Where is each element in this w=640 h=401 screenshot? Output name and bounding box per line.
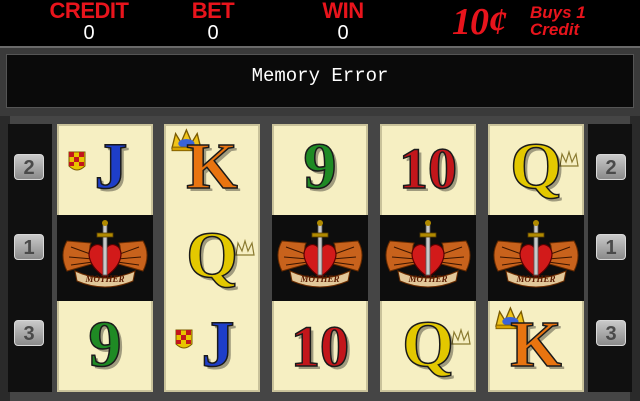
payline-1-right[interactable]: 1 (596, 234, 626, 260)
reel-1: J MOTHER 9 (57, 124, 153, 392)
win-meter: WIN 0 (278, 0, 408, 44)
payline-2-left[interactable]: 2 (14, 154, 44, 180)
mother-banner-text: MOTHER (408, 274, 448, 284)
symbol-K-text: K (510, 308, 563, 381)
reel-2-symbol-2: Q (164, 215, 260, 301)
symbol-10-text: 10 (290, 314, 350, 379)
reel-2-symbol-1: K (164, 126, 260, 212)
symbol-10-text: 10 (398, 136, 458, 201)
payline-3-left[interactable]: 3 (14, 320, 44, 346)
symbol-Q-text: Q (510, 130, 563, 203)
denomination-amount: 10¢ (452, 1, 507, 43)
reel-5: Q MOTHER K (488, 124, 584, 392)
win-value: 0 (337, 22, 349, 44)
reel-4-symbol-2: MOTHER (380, 215, 476, 301)
reel-4: 10 MOTHER Q (380, 124, 476, 392)
winged-heart-icon (380, 215, 476, 301)
bet-meter: BET 0 (148, 0, 278, 44)
payline-1-left[interactable]: 1 (14, 234, 44, 260)
payline-2-right[interactable]: 2 (596, 154, 626, 180)
mother-banner-text: MOTHER (300, 274, 340, 284)
reel-2: KQ J (164, 124, 260, 392)
symbol-Q-text: Q (186, 219, 239, 292)
message-panel: Memory Error (0, 46, 640, 116)
reel-1-symbol-3: 9 (57, 304, 153, 390)
symbol-K-text: K (186, 130, 239, 203)
reel-3: 9 MOTHER 10 (272, 124, 368, 392)
reel-2-symbol-3: J (164, 304, 260, 390)
denomination-text: Buys 1 Credit (530, 3, 586, 39)
reel-5-symbol-1: Q (488, 126, 584, 212)
winged-heart-icon (57, 215, 153, 301)
reel-5-symbol-3: K (488, 304, 584, 390)
credit-label: CREDIT (49, 0, 129, 23)
reel-1-symbol-2: MOTHER (57, 215, 153, 301)
message-text: Memory Error (251, 65, 389, 87)
win-label: WIN (322, 0, 364, 23)
symbol-Q-text: Q (402, 308, 455, 381)
reel-1-symbol-1: J (57, 126, 153, 212)
mother-banner-text: MOTHER (516, 274, 556, 284)
bet-value: 0 (207, 22, 219, 44)
mother-banner-text: MOTHER (85, 274, 125, 284)
reel-4-symbol-1: 10 (380, 126, 476, 212)
symbol-J-text: J (94, 130, 129, 203)
credit-meter: CREDIT 0 (24, 0, 154, 44)
reel-frame: 2 1 3 2 1 3 J MOTHER 9 KQ J 9 MOTHER 10 … (0, 116, 640, 401)
payline-3-right[interactable]: 3 (596, 320, 626, 346)
symbol-J-text: J (201, 308, 236, 381)
symbol-9-text: 9 (303, 130, 338, 203)
symbol-9-text: 9 (88, 308, 123, 381)
reel-3-symbol-3: 10 (272, 304, 368, 390)
reel-4-symbol-3: Q (380, 304, 476, 390)
reel-3-symbol-1: 9 (272, 126, 368, 212)
message-display: Memory Error (6, 54, 634, 108)
reel-5-symbol-2: MOTHER (488, 215, 584, 301)
winged-heart-icon (488, 215, 584, 301)
winged-heart-icon (272, 215, 368, 301)
credit-value: 0 (83, 22, 95, 44)
reel-3-symbol-2: MOTHER (272, 215, 368, 301)
bet-label: BET (191, 0, 235, 23)
denomination-sign: 10¢ Buys 1 Credit (452, 1, 586, 43)
